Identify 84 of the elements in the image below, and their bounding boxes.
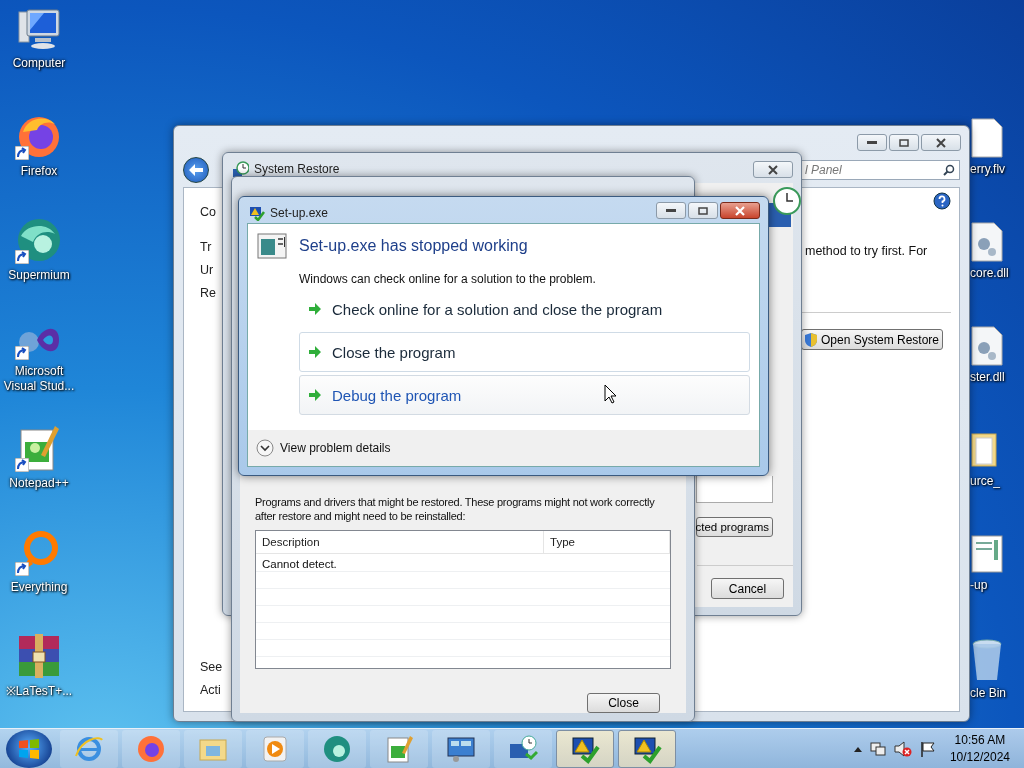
chevron-icon <box>256 439 274 457</box>
back-arrow-icon <box>189 164 203 176</box>
window-title: Set-up.exe <box>270 206 329 220</box>
desktop-icon-label[interactable]: Supermium <box>8 268 70 283</box>
desktop-icon-label[interactable]: ster.dll <box>970 370 1005 385</box>
close-button[interactable]: Close <box>587 693 660 713</box>
search-field[interactable]: l Panel <box>800 160 960 180</box>
clock[interactable]: 10:56 AM 10/12/2024 <box>949 731 1010 766</box>
firefox-icon <box>136 733 166 764</box>
sidebar-link[interactable]: Tr <box>200 240 212 254</box>
minimize-button[interactable] <box>857 134 887 151</box>
sidebar-link[interactable]: Ur <box>200 263 214 277</box>
close-icon <box>768 164 778 175</box>
taskbar-button[interactable] <box>122 729 180 768</box>
desktop-icon-label[interactable]: -up <box>970 578 988 593</box>
supermium-icon <box>322 733 352 764</box>
app-warning-icon <box>249 205 265 221</box>
description-text: Programs and drivers that might be restored. These programs might not work correctly after restore and might need to be reinstalled: <box>255 495 656 523</box>
close-button[interactable] <box>921 134 961 151</box>
taskbar-button[interactable] <box>432 729 490 768</box>
maximize-icon <box>698 206 708 215</box>
desktop-icon-label[interactable]: Firefox <box>20 164 58 179</box>
desktop-icon-label[interactable]: Computer <box>12 56 66 71</box>
clock-time: 10:56 AM <box>954 731 1006 749</box>
shield-icon <box>804 332 817 347</box>
arrow-icon <box>308 389 322 401</box>
column-header[interactable]: Type <box>544 531 670 553</box>
clock-date: 10/12/2024 <box>949 748 1010 766</box>
arrow-icon <box>308 303 322 315</box>
minimize-button[interactable] <box>656 202 686 219</box>
arrow-icon <box>308 346 322 358</box>
maximize-button[interactable] <box>688 202 718 219</box>
show-hidden-icons-icon[interactable] <box>853 745 862 752</box>
close-button[interactable] <box>753 161 793 178</box>
desktop-icon-label[interactable]: cle Bin <box>970 686 1007 701</box>
table-cell-text: Cannot detect. <box>261 557 338 572</box>
search-icon <box>943 164 955 176</box>
back-button[interactable] <box>183 157 209 183</box>
sidebar-link[interactable]: Acti <box>200 683 221 697</box>
dialog-option[interactable]: Check online for a solution and close the program <box>299 289 750 329</box>
cancel-button[interactable]: Cancel <box>711 578 784 599</box>
taskbar-button[interactable] <box>556 729 614 768</box>
sidebar-link[interactable]: Co <box>200 205 216 219</box>
muted-speaker-icon[interactable] <box>893 740 912 757</box>
close-icon <box>735 205 745 216</box>
dialog-message: Windows can check online for a solution to the problem. <box>298 271 597 286</box>
taskbar-button[interactable] <box>618 729 676 768</box>
desktop-icon-label[interactable]: urce_ <box>970 474 1001 489</box>
gear-file-icon <box>970 222 1004 262</box>
minimize-icon <box>666 208 676 213</box>
close-button[interactable] <box>720 202 760 219</box>
computer-icon <box>15 8 63 52</box>
body-text: method to try first. For <box>805 244 928 258</box>
notepad-icon <box>384 733 414 764</box>
recycle-bin-icon <box>970 638 1004 682</box>
close-icon <box>936 137 946 148</box>
gear-file-icon <box>970 326 1004 366</box>
open-system-restore-button[interactable]: Open System Restore <box>801 329 943 350</box>
play-icon <box>260 733 290 764</box>
column-header[interactable]: Description <box>256 531 544 553</box>
minimize-icon <box>867 140 877 145</box>
sidebar-link[interactable]: Re <box>200 286 216 300</box>
taskbar-button[interactable] <box>494 729 552 768</box>
view-details-toggle[interactable]: View problem details <box>256 439 391 457</box>
windows-logo-icon <box>18 737 40 760</box>
maximize-button[interactable] <box>889 134 919 151</box>
start-button[interactable] <box>6 729 52 768</box>
desktop-icon-label[interactable]: erry.flv <box>970 162 1006 177</box>
restore-clock-icon <box>233 161 249 177</box>
network-icon[interactable] <box>869 740 886 757</box>
mouse-cursor-icon <box>604 384 617 404</box>
desktop-icon-label[interactable]: Microsoft Visual Stud... <box>0 364 78 394</box>
flag-icon[interactable] <box>919 740 936 757</box>
desktop-icon-label[interactable]: core.dll <box>970 266 1009 281</box>
dialog-heading: Set-up.exe has stopped working <box>299 237 528 255</box>
program-window-icon <box>257 233 287 259</box>
dialog-option[interactable]: Close the program <box>299 332 750 372</box>
help-icon[interactable] <box>933 192 951 210</box>
supermium-icon <box>15 216 63 264</box>
window-title: System Restore <box>254 162 340 176</box>
dialog-option[interactable]: Debug the program <box>299 375 750 415</box>
sidebar-link[interactable]: See <box>200 660 223 674</box>
document-icon <box>970 534 1004 574</box>
maximize-icon <box>899 138 909 147</box>
